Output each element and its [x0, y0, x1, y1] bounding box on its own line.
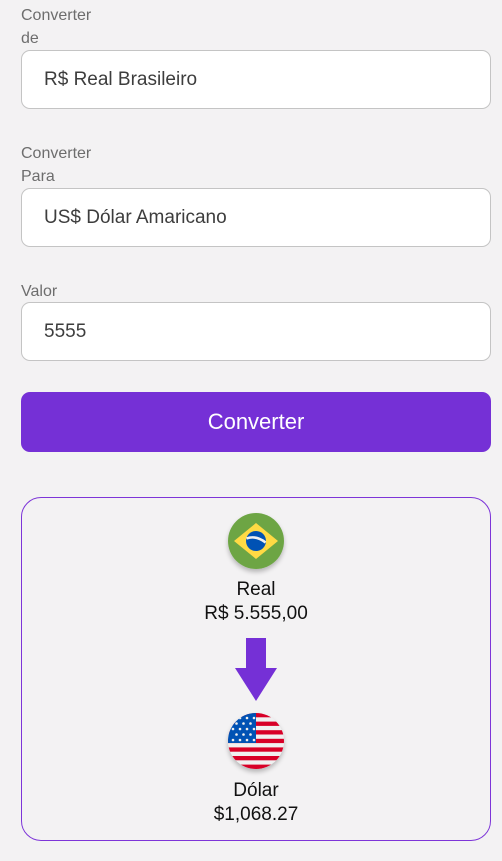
conversion-result-card: Real R$ 5.555,00 Dólar $1,068.27	[21, 497, 491, 841]
target-currency-amount: $1,068.27	[213, 804, 299, 825]
brazil-flag-icon	[228, 513, 284, 569]
amount-label: Valor	[21, 283, 58, 300]
convert-button[interactable]: Converter	[21, 392, 491, 452]
target-currency-name: Dólar	[233, 780, 279, 801]
from-label: Converter de	[21, 7, 92, 47]
source-currency-name: Real	[236, 579, 276, 600]
arrow-down-icon	[235, 638, 277, 701]
to-currency-select[interactable]: US$ Dólar Amaricano	[21, 188, 491, 247]
currency-converter: Converter de R$ Real Brasileiro Converte…	[0, 0, 502, 861]
amount-input[interactable]: 5555	[21, 302, 491, 361]
from-currency-select[interactable]: R$ Real Brasileiro	[21, 50, 491, 109]
source-currency-amount: R$ 5.555,00	[204, 603, 308, 624]
to-label: Converter Para	[21, 145, 92, 185]
usa-flag-icon	[228, 713, 284, 769]
